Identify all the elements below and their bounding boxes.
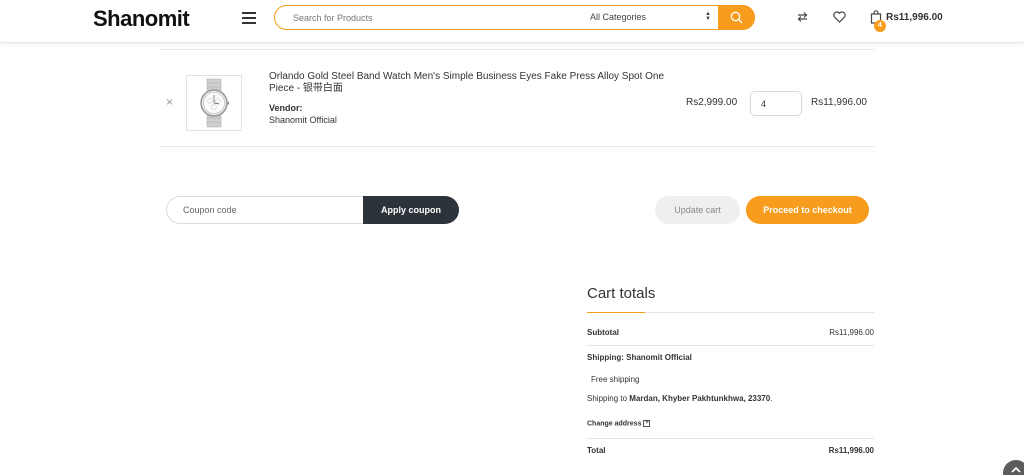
- shipping-address: Mardan, Khyber Pakhtunkhwa, 23370: [629, 394, 771, 403]
- select-arrows-icon: ▲ ▼: [705, 11, 711, 22]
- update-cart-button[interactable]: Update cart: [655, 196, 740, 224]
- site-header: Shanomit All Categories ▲▼ 4 Rs11,996.00: [0, 0, 1024, 43]
- cart-count-badge: 4: [874, 20, 886, 32]
- compare-icon[interactable]: [796, 11, 809, 23]
- remove-item-icon[interactable]: ×: [166, 95, 173, 109]
- cart-table-bottom-border: [160, 146, 874, 147]
- wishlist-heart-icon[interactable]: [833, 11, 846, 23]
- expand-icon: +: [643, 420, 651, 427]
- header-cart-total[interactable]: Rs11,996.00: [886, 12, 943, 23]
- total-label: Total: [587, 446, 606, 455]
- totals-divider: [587, 438, 874, 439]
- change-address-label: Change address: [587, 420, 642, 428]
- product-name-link[interactable]: Orlando Gold Steel Band Watch Men's Simp…: [269, 71, 669, 95]
- shipping-destination: Shipping to Mardan, Khyber Pakhtunkhwa, …: [587, 394, 773, 403]
- shipping-label: Shipping: Shanomit Official: [587, 353, 692, 362]
- coupon-code-input[interactable]: [166, 196, 366, 224]
- quantity-input[interactable]: [750, 91, 802, 116]
- total-value: Rs11,996.00: [828, 446, 874, 455]
- apply-coupon-button[interactable]: Apply coupon: [363, 196, 459, 224]
- scroll-to-top-button[interactable]: [1003, 460, 1024, 475]
- cart-totals-divider: [587, 312, 874, 313]
- search-button[interactable]: [718, 5, 755, 30]
- product-price: Rs2,999.00: [686, 97, 738, 108]
- vendor-label: Vendor:: [269, 103, 303, 113]
- watch-image: [200, 78, 229, 128]
- search-input[interactable]: [275, 6, 575, 29]
- search-icon: [730, 11, 743, 24]
- totals-divider: [587, 345, 874, 346]
- vendor-name: Shanomit Official: [269, 115, 337, 125]
- free-shipping-option: Free shipping: [591, 375, 640, 384]
- category-select[interactable]: All Categories ▲ ▼: [590, 5, 718, 30]
- cart-table-top-border: [160, 49, 874, 50]
- menu-icon[interactable]: [242, 12, 256, 24]
- cart-totals-heading: Cart totals: [587, 285, 656, 302]
- subtotal-value: Rs11,996.00: [829, 328, 874, 337]
- proceed-to-checkout-button[interactable]: Proceed to checkout: [746, 196, 869, 224]
- site-logo[interactable]: Shanomit: [93, 6, 190, 32]
- shipping-to-label: Shipping to: [587, 394, 628, 403]
- change-address-link[interactable]: Change address +: [587, 420, 651, 428]
- item-subtotal: Rs11,996.00: [811, 97, 867, 108]
- category-select-value: All Categories: [590, 12, 647, 22]
- product-thumbnail[interactable]: [186, 75, 242, 131]
- subtotal-label: Subtotal: [587, 328, 619, 337]
- chevron-up-icon: [1011, 466, 1021, 473]
